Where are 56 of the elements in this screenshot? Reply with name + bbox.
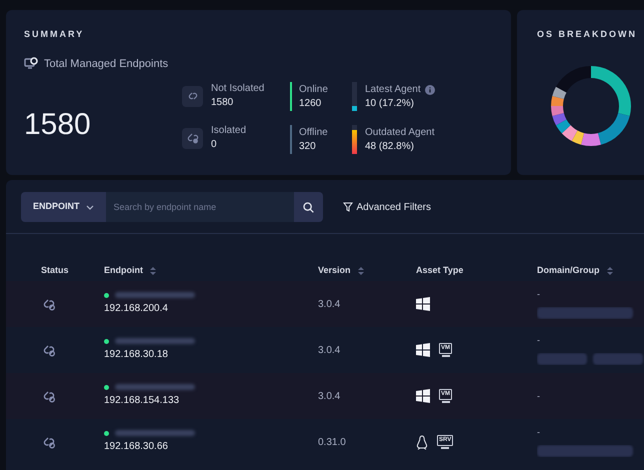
ip-address: 192.168.30.66 [104, 440, 169, 454]
domain-cell-text: - [537, 290, 541, 298]
column-header: Asset Type [416, 264, 464, 278]
link-icon [41, 389, 57, 403]
penguin-icon [416, 434, 428, 450]
domain-cell-text: - [537, 428, 541, 436]
sort-icon[interactable] [606, 266, 612, 276]
stat-label: Isolated [211, 124, 246, 138]
link-icon [41, 343, 57, 357]
scope-dropdown[interactable]: ENDPOINT [21, 192, 106, 222]
info-icon[interactable] [424, 84, 435, 94]
column-header[interactable]: Domain/Group [537, 264, 600, 278]
ip-address: 192.168.30.18 [104, 348, 169, 362]
chevron-down-icon [86, 204, 94, 210]
stat-label: Latest Agent [365, 82, 421, 96]
column-header[interactable]: Endpoint [104, 264, 143, 278]
stat-label: Outdated Agent [365, 126, 435, 140]
version-cell-text: 3.0.4 [318, 344, 342, 358]
link-icon [182, 86, 203, 106]
windows-icon [416, 343, 430, 357]
label: Total Managed Endpoints [44, 56, 168, 72]
filter-icon [342, 202, 353, 212]
stat-value: 10 (17.2%) [365, 96, 415, 110]
sort-icon[interactable] [150, 266, 156, 276]
version-cell-text: 0.31.0 [318, 436, 347, 450]
stat-label: Offline [299, 126, 328, 140]
search-icon [302, 202, 314, 212]
ip-address: 192.168.200.4 [104, 302, 169, 316]
stat-value: 0 [211, 138, 218, 152]
domain-cell-text: - [537, 336, 541, 344]
link-icon [41, 435, 57, 449]
section-title: OS BREAKDOWN [537, 28, 638, 41]
advanced-filters-button[interactable]: Advanced Filters [342, 200, 431, 214]
windows-icon [416, 389, 430, 403]
section-title: SUMMARY [24, 28, 86, 41]
sort-icon[interactable] [358, 266, 364, 276]
monitor-icon [24, 57, 38, 70]
column-header[interactable]: Version [318, 264, 351, 278]
version-cell-text: 3.0.4 [318, 390, 342, 404]
search-field[interactable]: Search by endpoint name [106, 192, 294, 222]
domain-cell-text: - [537, 392, 541, 400]
total-count: 1580 [24, 107, 92, 143]
stat-label: Online [299, 82, 328, 96]
stat-value: 320 [299, 140, 317, 154]
windows-icon [416, 297, 430, 311]
search-button[interactable] [294, 192, 323, 222]
column-header: Status [41, 264, 69, 278]
table-row[interactable]: 192.168.200.4 3.0.4 - [6, 281, 644, 327]
stat-label: Not Isolated [211, 82, 264, 96]
stat-value: 48 (82.8%) [365, 140, 415, 154]
stat-value: 1260 [299, 96, 322, 110]
stat-value: 1580 [211, 96, 234, 110]
link-icon [41, 297, 57, 311]
ip-address: 192.168.154.133 [104, 394, 180, 408]
version-cell-text: 3.0.4 [318, 298, 342, 312]
isolated-icon [182, 128, 203, 148]
